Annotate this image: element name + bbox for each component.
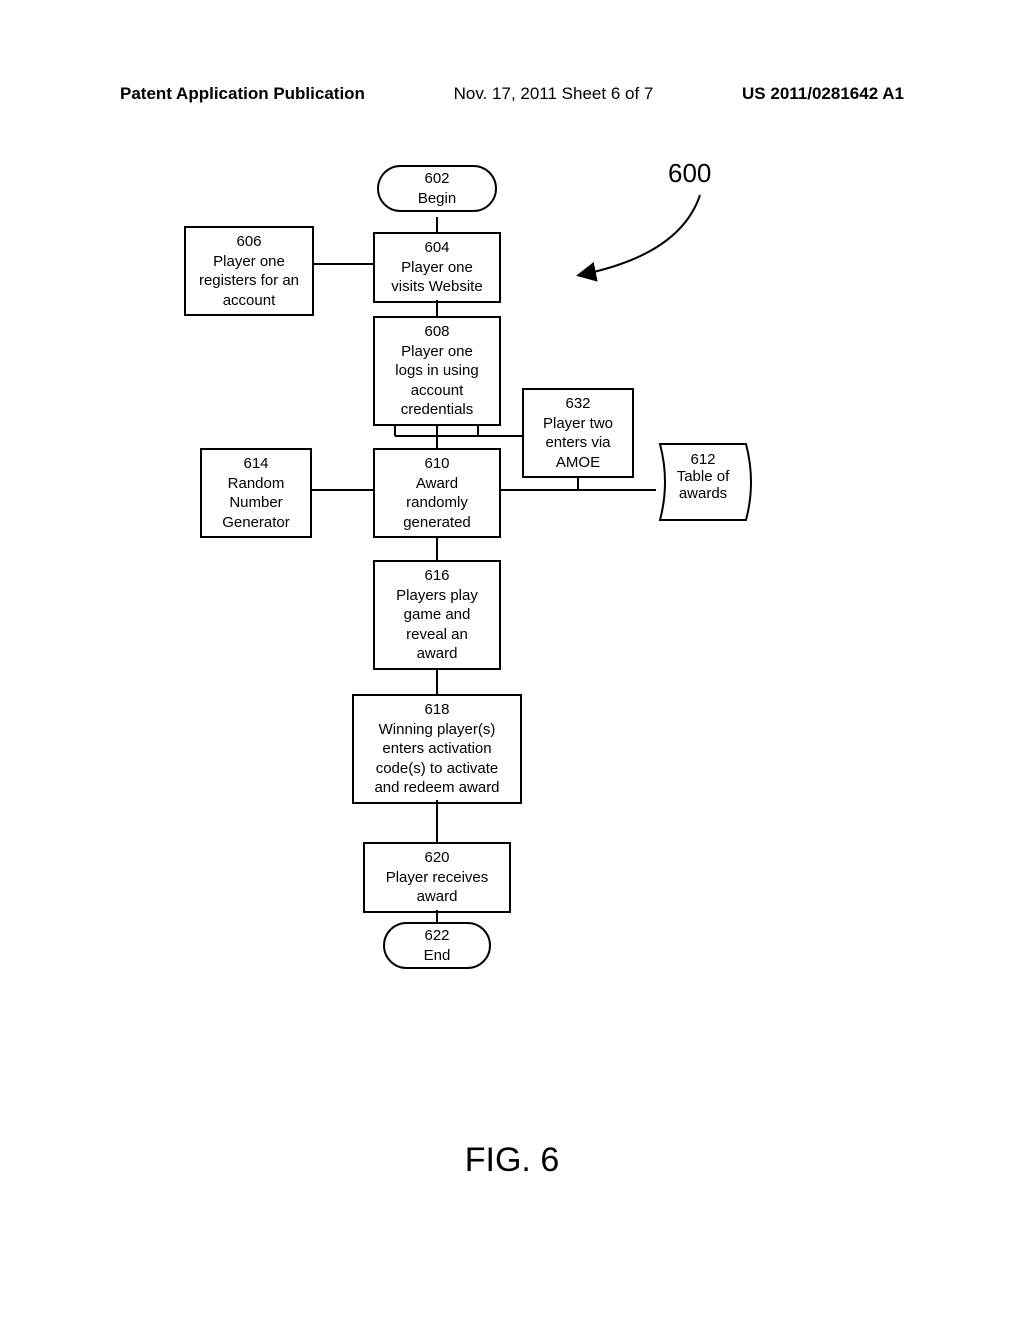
box-608: 608 Player one logs in using account cre… [373, 316, 501, 426]
box-text: Player two enters via AMOE [532, 414, 624, 473]
box-text: End [403, 946, 471, 966]
box-622-end: 622 End [383, 922, 491, 969]
box-num: 606 [194, 232, 304, 252]
box-num: 632 [532, 394, 624, 414]
box-606: 606 Player one registers for an account [184, 226, 314, 316]
box-text: Player one registers for an account [194, 252, 304, 311]
box-num: 618 [362, 700, 512, 720]
box-num: 608 [383, 322, 491, 342]
box-602-begin: 602 Begin [377, 165, 497, 212]
figure-label: FIG. 6 [465, 1141, 559, 1180]
box-text: Random Number Generator [210, 474, 302, 533]
box-text: Winning player(s) enters activation code… [362, 720, 512, 798]
box-620: 620 Player receives award [363, 842, 511, 913]
box-610: 610 Award randomly generated [373, 448, 501, 538]
box-num: 604 [383, 238, 491, 258]
box-num: 602 [397, 169, 477, 189]
box-text: Award randomly generated [383, 474, 491, 533]
box-num: 612 [690, 451, 715, 468]
box-text: Table of awards [677, 468, 730, 502]
box-text: Player receives award [373, 868, 501, 907]
box-632: 632 Player two enters via AMOE [522, 388, 634, 478]
box-num: 610 [383, 454, 491, 474]
header-center: Nov. 17, 2011 Sheet 6 of 7 [454, 84, 654, 104]
reference-600: 600 [668, 158, 711, 189]
box-text: Players play game and reveal an award [383, 586, 491, 664]
header-left: Patent Application Publication [120, 84, 365, 104]
box-612: 612 Table of awards [650, 443, 756, 510]
box-num: 616 [383, 566, 491, 586]
header-right: US 2011/0281642 A1 [742, 84, 904, 104]
box-text: Player one visits Website [383, 258, 491, 297]
box-616: 616 Players play game and reveal an awar… [373, 560, 501, 670]
box-num: 614 [210, 454, 302, 474]
box-614: 614 Random Number Generator [200, 448, 312, 538]
box-604: 604 Player one visits Website [373, 232, 501, 303]
box-text: Begin [397, 189, 477, 209]
arrow-600 [560, 185, 720, 285]
connectors [0, 0, 1024, 1000]
box-num: 620 [373, 848, 501, 868]
box-618: 618 Winning player(s) enters activation … [352, 694, 522, 804]
box-text: Player one logs in using account credent… [383, 342, 491, 420]
page-header: Patent Application Publication Nov. 17, … [0, 84, 1024, 104]
box-num: 622 [403, 926, 471, 946]
